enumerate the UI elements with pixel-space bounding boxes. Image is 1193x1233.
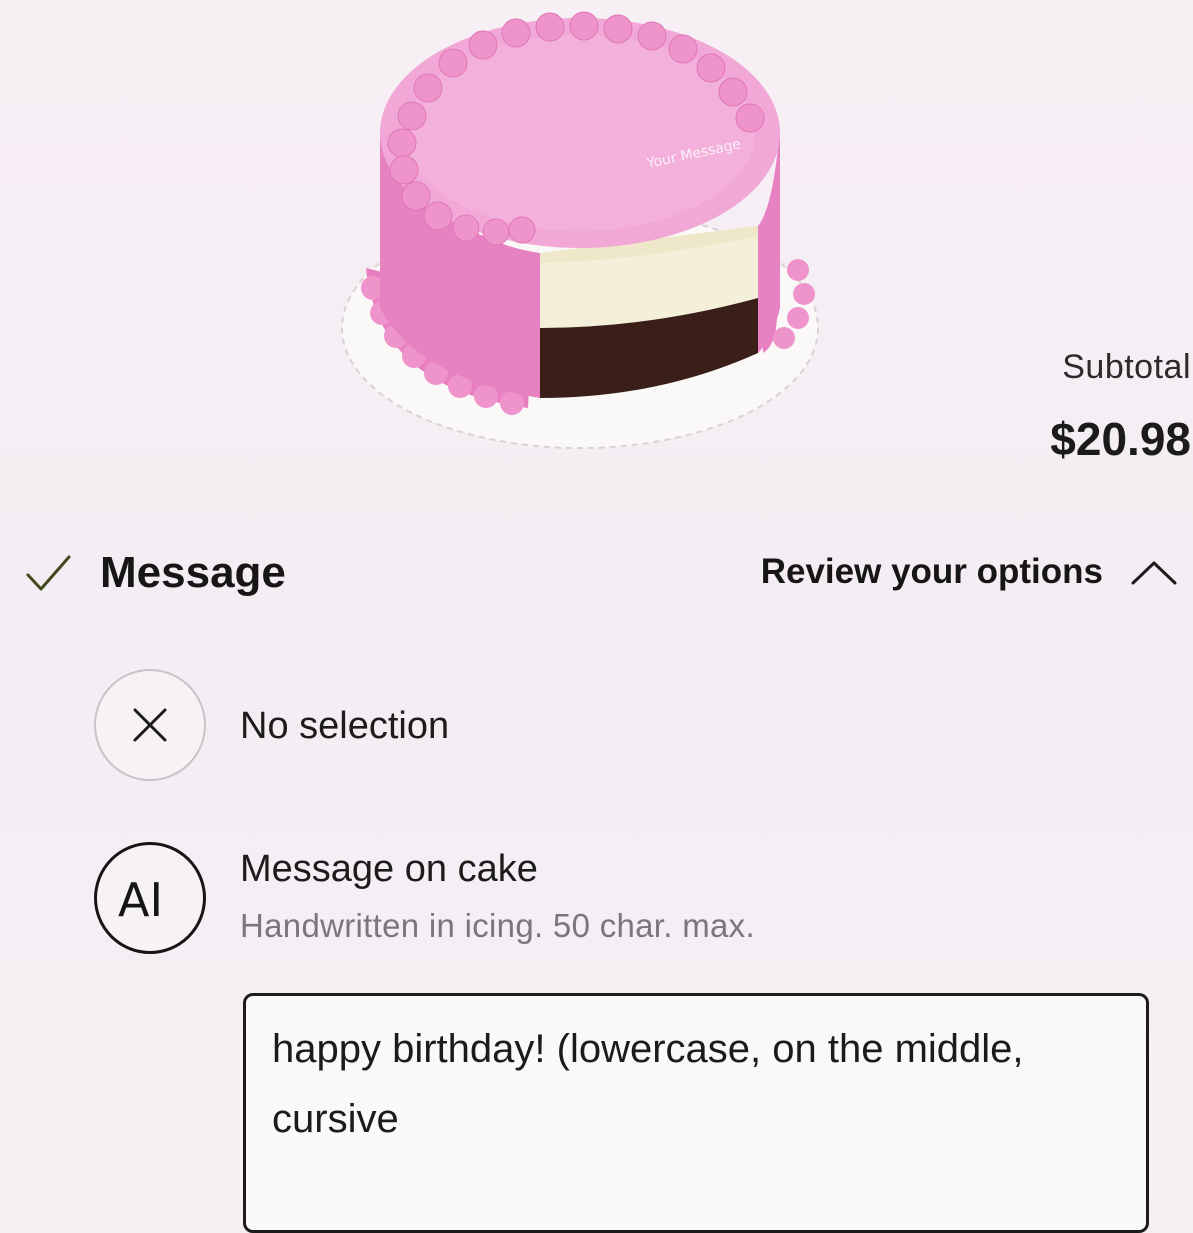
- text-input-icon: AI: [118, 873, 163, 927]
- option-message-on-cake[interactable]: AI Message on cake Handwritten in icing.…: [94, 842, 755, 954]
- review-options-label: Review your options: [760, 552, 1103, 591]
- chevron-up-icon: [1131, 561, 1177, 585]
- message-on-cake-radio[interactable]: AI: [94, 842, 206, 954]
- message-on-cake-description: Handwritten in icing. 50 char. max.: [240, 907, 755, 944]
- pink-cake-image: Your Message: [318, 8, 858, 478]
- section-title: Message: [100, 548, 286, 597]
- option-no-selection[interactable]: No selection: [94, 669, 449, 781]
- close-icon: [133, 708, 167, 742]
- svg-text:AI: AI: [118, 873, 163, 927]
- subtotal-value: $20.98: [1050, 413, 1191, 465]
- product-options-page: Your Message Subtotal $20.98 Message Rev…: [0, 0, 1193, 1233]
- cake-message-input[interactable]: happy birthday! (lowercase, on the middl…: [243, 993, 1149, 1233]
- no-selection-label: No selection: [240, 705, 450, 747]
- message-on-cake-label: Message on cake: [240, 848, 538, 890]
- message-on-cake-text: Message on cake Handwritten in icing. 50…: [240, 848, 755, 945]
- subtotal-label: Subtotal: [1062, 348, 1191, 386]
- check-icon: [26, 555, 71, 591]
- no-selection-radio[interactable]: [94, 669, 206, 781]
- review-options-toggle[interactable]: Review your options: [761, 552, 1179, 592]
